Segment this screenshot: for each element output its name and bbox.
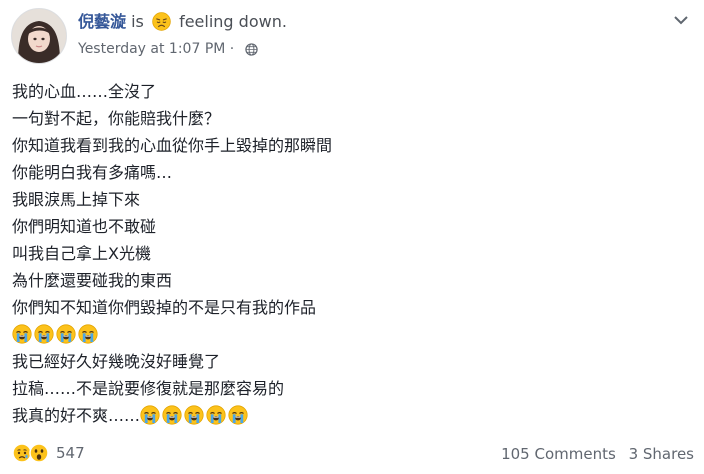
is-word: is [131, 12, 144, 31]
disappointed-face-icon [152, 12, 171, 37]
post-line: 拉稿……不是說要修復就是那麼容易的 [12, 379, 285, 398]
loudly-crying-face-icon [206, 405, 226, 433]
post-footer: 547 105 Comments 3 Shares [10, 437, 694, 471]
post-line: 我眼淚馬上掉下來 [12, 190, 141, 209]
timestamp-link[interactable]: Yesterday at 1:07 PM [78, 41, 225, 57]
post-line-text: 我真的好不爽…… [12, 406, 141, 425]
post-line: 我的心血……全沒了 [12, 82, 157, 101]
globe-icon[interactable] [245, 43, 258, 61]
post-line: 叫我自己拿上X光機 [12, 244, 151, 263]
post-line: 你能明白我有多痛嗎… [12, 163, 173, 182]
post-meta: Yesterday at 1:07 PM · [78, 40, 258, 61]
loudly-crying-face-icon [162, 405, 182, 433]
meta-separator: · [229, 41, 235, 57]
post-body: 我的心血……全沒了 一句對不起，你能賠我什麼？ 你知道我看到我的心血從你手上毀掉… [12, 78, 332, 429]
wow-reaction-icon [29, 443, 49, 463]
post-line: 我已經好久好幾晚沒好睡覺了 [12, 352, 221, 371]
avatar[interactable] [11, 8, 67, 64]
feeling-text: feeling down. [179, 12, 287, 31]
loudly-crying-face-icon [184, 405, 204, 433]
post-line: 你知道我看到我的心血從你手上毀掉的那瞬間 [12, 136, 333, 155]
shares-count-link[interactable]: 3 Shares [629, 445, 694, 463]
comments-count-link[interactable]: 105 Comments [501, 445, 616, 463]
post-line: 你們知不知道你們毀掉的不是只有我的作品 [12, 298, 317, 317]
author-name[interactable]: 倪藝漩 [78, 12, 126, 31]
post-line: 為什麼還要碰我的東西 [12, 271, 173, 290]
post-header: 倪藝漩 is feeling down. [78, 11, 287, 37]
chevron-down-icon[interactable] [668, 10, 694, 30]
reactions-summary[interactable]: 547 [12, 443, 85, 463]
facebook-post: 倪藝漩 is feeling down. Yesterday at 1:07 P… [0, 0, 704, 474]
post-line: 你們明知道也不敢碰 [12, 217, 157, 236]
loudly-crying-face-icon [228, 405, 248, 433]
post-line-last: 我真的好不爽…… [12, 402, 332, 429]
post-stats: 105 Comments 3 Shares [493, 445, 694, 463]
reaction-count: 547 [56, 444, 85, 462]
trailing-emojis [140, 405, 250, 425]
emoji-line [12, 321, 332, 348]
post-line: 一句對不起，你能賠我什麼？ [12, 109, 221, 128]
loudly-crying-face-icon [140, 405, 160, 433]
